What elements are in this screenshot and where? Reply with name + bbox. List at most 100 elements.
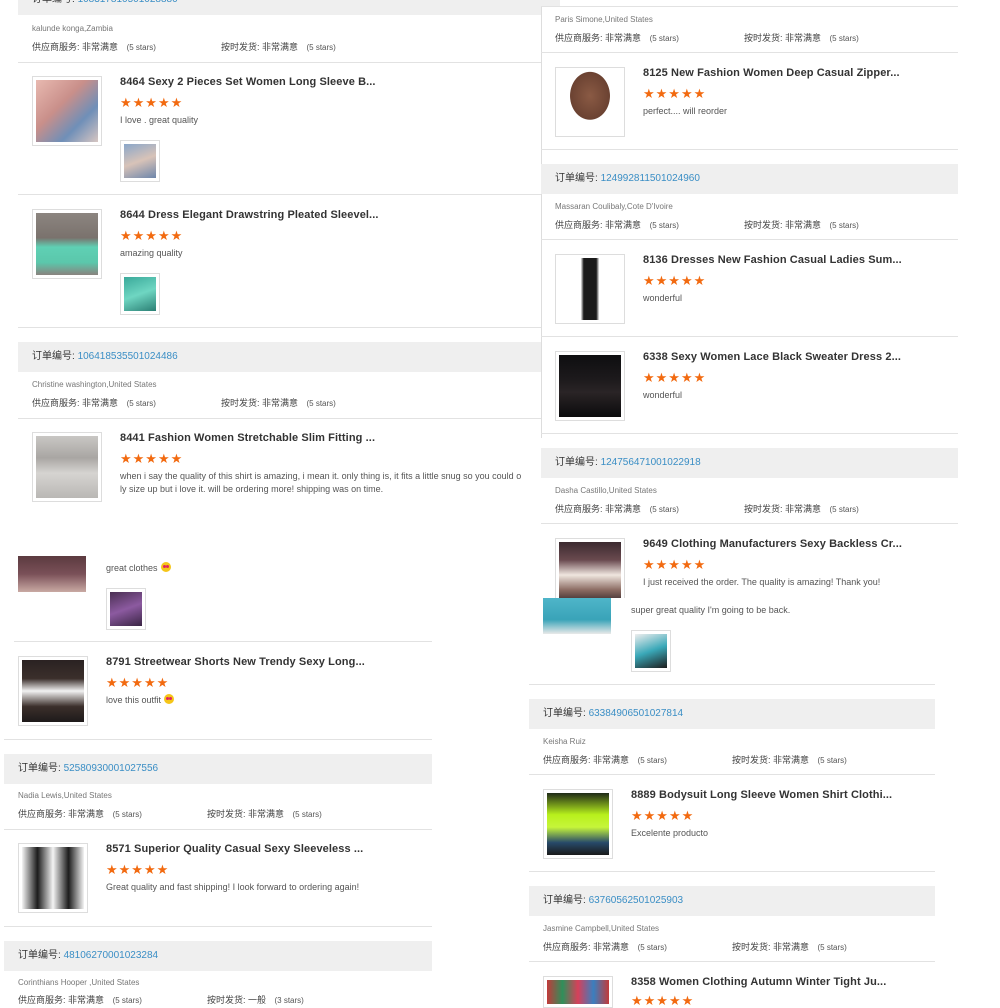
review-text: perfect.... will reorder <box>643 106 728 116</box>
on-time-stars-text: (5 stars) <box>817 756 847 765</box>
supplier-stars-text: (5 stars) <box>649 221 679 230</box>
product-title[interactable]: 8358 Women Clothing Autumn Winter Tight … <box>631 976 886 988</box>
on-time-label: 按时发货: <box>220 398 260 408</box>
supplier-service-value: 非常满意 <box>593 755 630 765</box>
product-title[interactable]: 8644 Dress Elegant Drawstring Pleated Sl… <box>120 209 379 221</box>
rating-stars: ★★★★★ <box>631 808 695 823</box>
review-photo[interactable] <box>106 588 146 630</box>
product-thumbnail[interactable] <box>555 538 625 605</box>
order-number[interactable]: 48106270001023284 <box>64 950 159 961</box>
product-thumbnail[interactable] <box>543 976 613 1008</box>
product-thumbnail[interactable] <box>555 351 625 421</box>
supplier-service-value: 非常满意 <box>605 504 642 514</box>
rating-stars: ★★★★★ <box>120 451 184 466</box>
order-number-label: 订单编号: <box>18 763 61 774</box>
order-number[interactable]: 52580930001027556 <box>64 763 159 774</box>
supplier-stars-text: (5 stars) <box>649 505 679 514</box>
rating-summary: 供应商服务: 非常满意 (5 stars) 按时发货: 非常满意 (5 star… <box>32 396 336 409</box>
supplier-service-label: 供应商服务: <box>32 42 80 52</box>
order-number[interactable]: 63384906501027814 <box>589 708 684 719</box>
supplier-service-value: 非常满意 <box>82 398 119 408</box>
heart-eyes-emoji-icon <box>160 562 171 572</box>
buyer-name: Corinthians Hooper ,United States <box>18 978 140 987</box>
review-photo[interactable] <box>120 140 160 182</box>
order-number-label: 订单编号: <box>543 708 586 719</box>
on-time-value: 非常满意 <box>784 33 821 43</box>
product-thumbnail[interactable] <box>555 254 625 324</box>
supplier-service-value: 非常满意 <box>68 809 105 819</box>
review-text: Excelente producto <box>631 828 709 838</box>
product-title[interactable]: 8571 Superior Quality Casual Sexy Sleeve… <box>106 843 363 855</box>
on-time-label: 按时发货: <box>731 942 771 952</box>
review-text: super great quality I'm going to be back… <box>631 605 791 615</box>
product-title[interactable]: 8441 Fashion Women Stretchable Slim Fitt… <box>120 432 375 444</box>
order-header: 订单编号: 52580930001027556 <box>4 754 432 784</box>
product-thumbnail[interactable] <box>32 209 102 279</box>
order-number[interactable]: 108317810501028880 <box>78 0 178 5</box>
rating-stars: ★★★★★ <box>120 228 184 243</box>
order-header: 订单编号: 124756471001022918 <box>541 448 958 478</box>
product-title[interactable]: 8889 Bodysuit Long Sleeve Women Shirt Cl… <box>631 789 892 801</box>
product-title[interactable]: 8136 Dresses New Fashion Casual Ladies S… <box>643 254 902 266</box>
divider <box>529 961 935 962</box>
order-number[interactable]: 124756471001022918 <box>601 457 701 468</box>
supplier-service-value: 非常满意 <box>82 42 119 52</box>
on-time-stars-text: (5 stars) <box>829 34 859 43</box>
on-time-stars-text: (5 stars) <box>306 43 336 52</box>
product-thumbnail[interactable] <box>543 789 613 859</box>
divider <box>4 739 432 740</box>
buyer-name: Dasha Castillo,United States <box>555 486 657 495</box>
divider <box>541 523 958 524</box>
supplier-stars-text: (5 stars) <box>112 996 142 1005</box>
left-review-column-lower: great clothes 8791 Streetwear Shorts New… <box>4 508 432 1005</box>
product-title[interactable]: 8791 Streetwear Shorts New Trendy Sexy L… <box>106 656 365 668</box>
on-time-label: 按时发货: <box>731 755 771 765</box>
buyer-name: Christine washington,United States <box>32 380 157 389</box>
product-title[interactable]: 8125 New Fashion Women Deep Casual Zippe… <box>643 67 900 79</box>
product-thumbnail[interactable] <box>18 656 88 726</box>
review-text-content: love this outfit <box>106 695 162 705</box>
order-number-label: 订单编号: <box>555 457 598 468</box>
supplier-service-value: 非常满意 <box>605 220 642 230</box>
review-text: love this outfit <box>106 694 175 707</box>
product-title[interactable]: 9649 Clothing Manufacturers Sexy Backles… <box>643 538 902 550</box>
order-header: 订单编号: 124992811501024960 <box>541 164 958 194</box>
divider <box>541 149 958 150</box>
supplier-service-label: 供应商服务: <box>543 942 591 952</box>
review-text: I love . great quality <box>120 115 199 125</box>
review-photo[interactable] <box>631 630 671 672</box>
right-review-column-lower: super great quality I'm going to be back… <box>529 598 935 1008</box>
product-thumbnail[interactable] <box>32 76 102 146</box>
review-photo[interactable] <box>120 273 160 315</box>
on-time-label: 按时发货: <box>743 33 783 43</box>
divider <box>18 327 560 328</box>
product-thumbnail[interactable] <box>555 67 625 137</box>
product-thumbnail[interactable] <box>18 556 86 592</box>
order-number[interactable]: 124992811501024960 <box>601 173 700 184</box>
order-number[interactable]: 106418535501024486 <box>78 351 178 362</box>
order-number-label: 订单编号: <box>32 351 75 362</box>
order-header: 订单编号: 106418535501024486 <box>18 342 560 372</box>
review-text: Great quality and fast shipping! I look … <box>106 882 360 892</box>
divider <box>529 871 935 872</box>
rating-stars: ★★★★★ <box>120 95 184 110</box>
on-time-value: 非常满意 <box>784 504 821 514</box>
divider <box>18 418 560 419</box>
supplier-stars-text: (5 stars) <box>112 810 142 819</box>
product-thumbnail[interactable] <box>543 598 611 634</box>
supplier-service-value: 非常满意 <box>593 942 630 952</box>
supplier-stars-text: (5 stars) <box>637 943 667 952</box>
supplier-service-value: 非常满意 <box>68 995 105 1005</box>
supplier-service-value: 非常满意 <box>605 33 642 43</box>
buyer-name: kalunde konga,Zambia <box>32 24 113 33</box>
order-number[interactable]: 63760562501025903 <box>589 895 684 906</box>
supplier-service-label: 供应商服务: <box>555 504 603 514</box>
rating-summary: 供应商服务: 非常满意 (5 stars) 按时发货: 非常满意 (5 star… <box>555 218 859 231</box>
order-header: 订单编号: 63384906501027814 <box>529 699 935 729</box>
product-thumbnail[interactable] <box>18 843 88 913</box>
review-text-content: great clothes <box>106 563 158 573</box>
product-title[interactable]: 6338 Sexy Women Lace Black Sweater Dress… <box>643 351 901 363</box>
product-title[interactable]: 8464 Sexy 2 Pieces Set Women Long Sleeve… <box>120 76 376 88</box>
divider <box>4 926 432 927</box>
product-thumbnail[interactable] <box>32 432 102 502</box>
